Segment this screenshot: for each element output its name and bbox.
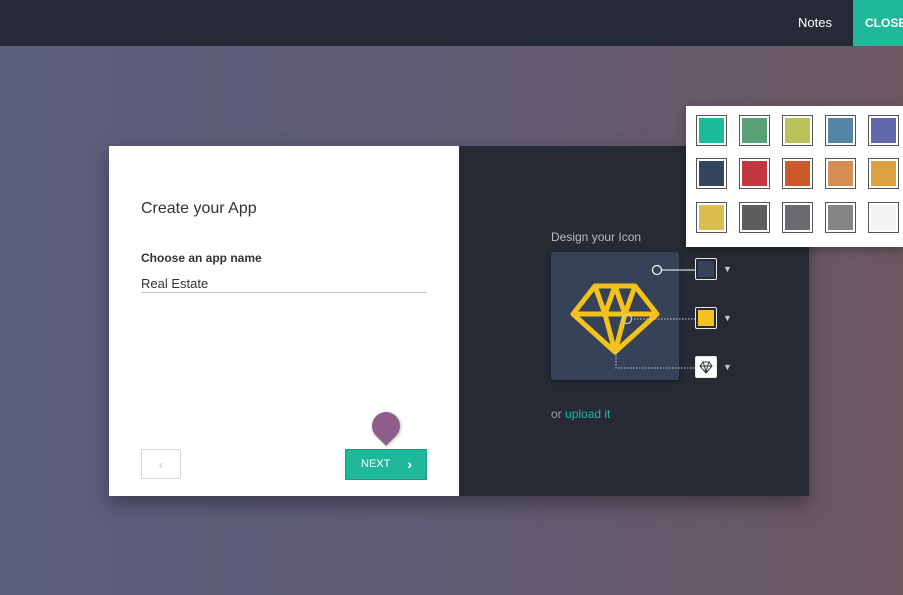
palette-swatch[interactable] — [825, 202, 856, 233]
background-color-picker[interactable] — [695, 258, 717, 280]
top-bar: Notes CLOSE — [0, 0, 903, 46]
palette-swatch[interactable] — [782, 115, 813, 146]
swatch-color — [699, 161, 724, 186]
swatch-color — [828, 161, 853, 186]
palette-swatch[interactable] — [825, 158, 856, 189]
swatch-color — [699, 118, 724, 143]
swatch-color — [742, 118, 767, 143]
swatch-color — [871, 161, 896, 186]
palette-swatch[interactable] — [739, 158, 770, 189]
dialog-title: Create your App — [141, 200, 257, 217]
icon-color-swatch — [698, 310, 714, 326]
palette-swatch[interactable] — [696, 158, 727, 189]
upload-line: or upload it — [551, 407, 610, 421]
swatch-color — [871, 205, 896, 230]
swatch-color — [828, 205, 853, 230]
swatch-color — [699, 205, 724, 230]
icon-color-picker[interactable] — [695, 307, 717, 329]
swatch-color — [742, 205, 767, 230]
previous-button[interactable]: ‹ — [141, 449, 181, 479]
app-name-input[interactable] — [141, 274, 427, 293]
caret-down-icon[interactable]: ▼ — [723, 313, 732, 323]
palette-swatch[interactable] — [868, 202, 899, 233]
next-button-label: NEXT — [361, 458, 391, 470]
upload-link[interactable]: upload it — [565, 407, 610, 421]
chevron-right-icon: › — [407, 456, 412, 472]
palette-swatch[interactable] — [868, 158, 899, 189]
palette-swatch[interactable] — [825, 115, 856, 146]
swatch-color — [742, 161, 767, 186]
background-color-swatch — [698, 261, 714, 277]
caret-down-icon[interactable]: ▼ — [723, 264, 732, 274]
close-button[interactable]: CLOSE — [853, 0, 903, 46]
app-form-pane: Create your App Choose an app name ‹ NEX… — [109, 146, 459, 496]
design-icon-label: Design your Icon — [551, 230, 642, 244]
swatch-color — [871, 118, 896, 143]
palette-swatch[interactable] — [782, 158, 813, 189]
icon-preview — [551, 252, 679, 380]
palette-swatch[interactable] — [696, 115, 727, 146]
icon-picker[interactable] — [695, 356, 717, 378]
color-palette-popover — [686, 106, 903, 247]
diamond-icon — [570, 283, 660, 355]
palette-swatch[interactable] — [868, 115, 899, 146]
upload-prefix: or — [551, 407, 562, 421]
palette-swatch[interactable] — [782, 202, 813, 233]
palette-swatch[interactable] — [696, 202, 727, 233]
caret-down-icon[interactable]: ▼ — [723, 362, 732, 372]
app-name-label: Choose an app name — [141, 251, 262, 265]
notes-button[interactable]: Notes — [781, 0, 849, 46]
palette-swatch[interactable] — [739, 202, 770, 233]
chevron-left-icon: ‹ — [158, 456, 164, 472]
next-button[interactable]: NEXT › — [345, 449, 427, 480]
diamond-icon — [699, 361, 713, 374]
swatch-color — [828, 118, 853, 143]
swatch-color — [785, 205, 810, 230]
tip-marker[interactable] — [366, 406, 406, 446]
swatch-color — [785, 161, 810, 186]
swatch-color — [785, 118, 810, 143]
palette-swatch[interactable] — [739, 115, 770, 146]
